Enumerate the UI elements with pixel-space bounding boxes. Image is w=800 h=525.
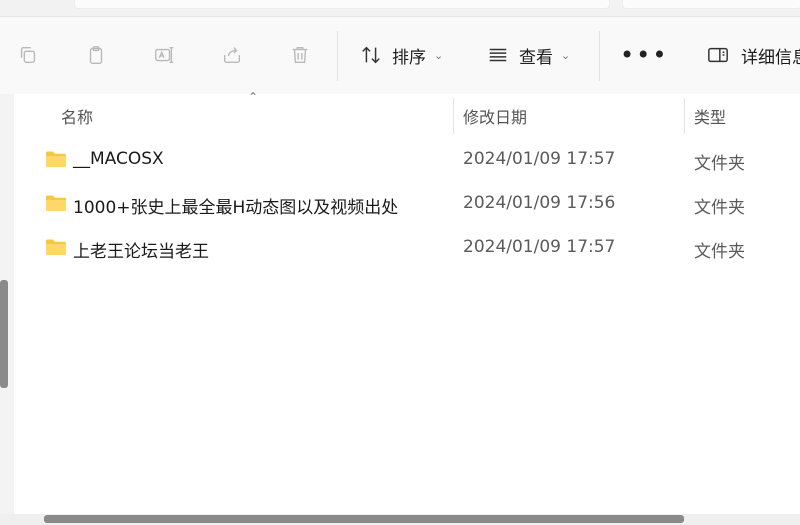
details-pane-icon (708, 47, 728, 63)
command-bar: 排序 ⌄ 查看 ⌄ ••• 详细信息 (0, 17, 800, 95)
file-name: __MACOSX (73, 149, 164, 169)
sort-arrows-icon (362, 46, 380, 64)
more-options-button[interactable]: ••• (620, 43, 668, 67)
details-pane-button[interactable]: 详细信息 (707, 39, 800, 71)
file-date: 2024/01/09 17:57 (463, 149, 616, 169)
view-lines-icon (489, 48, 507, 62)
file-date: 2024/01/09 17:57 (463, 237, 616, 257)
file-type: 文件夹 (694, 242, 745, 262)
column-name[interactable]: 名称 (61, 104, 93, 128)
sort-button[interactable]: 排序 ⌄ (360, 39, 443, 71)
file-date: 2024/01/09 17:56 (463, 193, 616, 213)
sort-label: 排序 (392, 47, 426, 68)
column-type[interactable]: 类型 (694, 104, 726, 128)
search-box-edge[interactable] (622, 0, 800, 9)
file-name: 上老王论坛当老王 (73, 242, 209, 262)
file-row[interactable]: __MACOSX 2024/01/09 17:57 文件夹 (14, 140, 800, 180)
folder-icon (46, 195, 66, 211)
horizontal-scrollbar[interactable] (0, 514, 800, 525)
horizontal-scrollbar-thumb[interactable] (44, 515, 684, 523)
view-label: 查看 (519, 47, 553, 68)
sort-indicator-icon: ⌃ (248, 90, 259, 104)
file-list: ⌃ 名称 修改日期 类型 __MACOSX 2024/01/09 17:57 文… (14, 90, 800, 514)
paste-icon[interactable] (84, 43, 108, 67)
share-icon[interactable] (220, 43, 244, 67)
delete-icon[interactable] (288, 43, 312, 67)
toolbar-divider (337, 31, 338, 81)
column-date[interactable]: 修改日期 (463, 104, 527, 128)
copy-icon[interactable] (16, 43, 40, 67)
file-row[interactable]: 上老王论坛当老王 2024/01/09 17:57 文件夹 (14, 228, 800, 268)
title-strip (0, 0, 800, 17)
navigation-pane-edge (0, 94, 14, 514)
toolbar-divider (599, 31, 600, 81)
file-type: 文件夹 (694, 198, 745, 218)
rename-icon[interactable] (152, 43, 176, 67)
view-button[interactable]: 查看 ⌄ (487, 39, 570, 71)
column-divider[interactable] (453, 98, 454, 134)
file-name: 1000+张史上最全最H动态图以及视频出处 (73, 198, 399, 218)
column-divider[interactable] (684, 98, 685, 134)
folder-icon (46, 239, 66, 255)
details-label: 详细信息 (741, 47, 800, 68)
chevron-down-icon: ⌄ (561, 48, 571, 62)
file-row[interactable]: 1000+张史上最全最H动态图以及视频出处 2024/01/09 17:56 文… (14, 184, 800, 224)
address-bar-edge[interactable] (74, 0, 610, 9)
column-header: ⌃ 名称 修改日期 类型 (14, 90, 800, 138)
folder-icon (46, 151, 66, 167)
file-type: 文件夹 (694, 154, 745, 174)
chevron-down-icon: ⌄ (434, 48, 444, 62)
vertical-scrollbar-thumb[interactable] (0, 280, 8, 388)
